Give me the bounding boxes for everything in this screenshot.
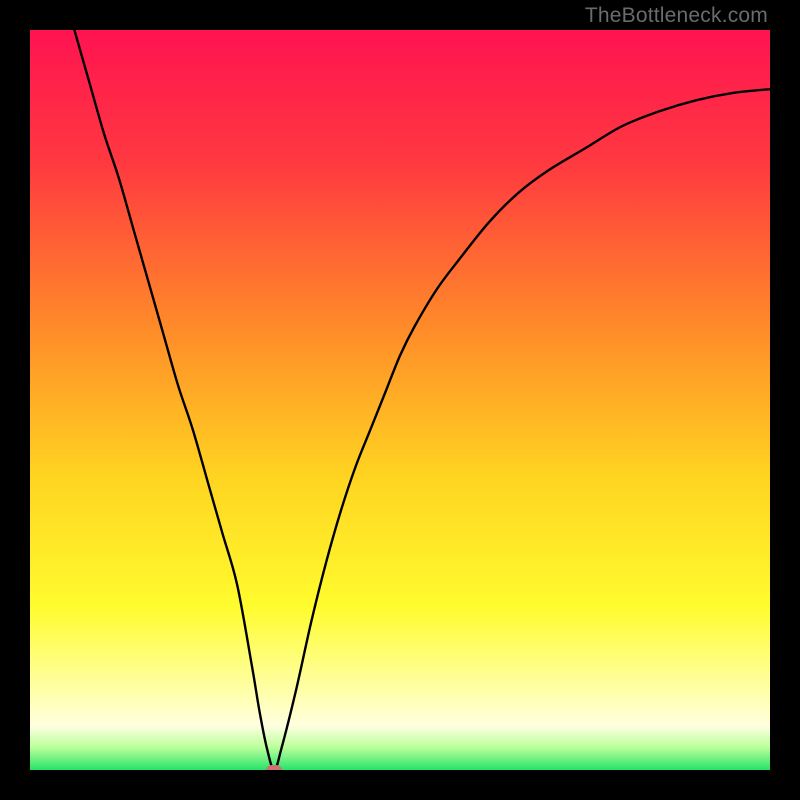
watermark-text: TheBottleneck.com (585, 4, 768, 28)
chart-frame: TheBottleneck.com (0, 0, 800, 800)
minimum-marker (266, 765, 282, 770)
bottleneck-curve (74, 30, 770, 770)
plot-area (30, 30, 770, 770)
curve-layer (30, 30, 770, 770)
